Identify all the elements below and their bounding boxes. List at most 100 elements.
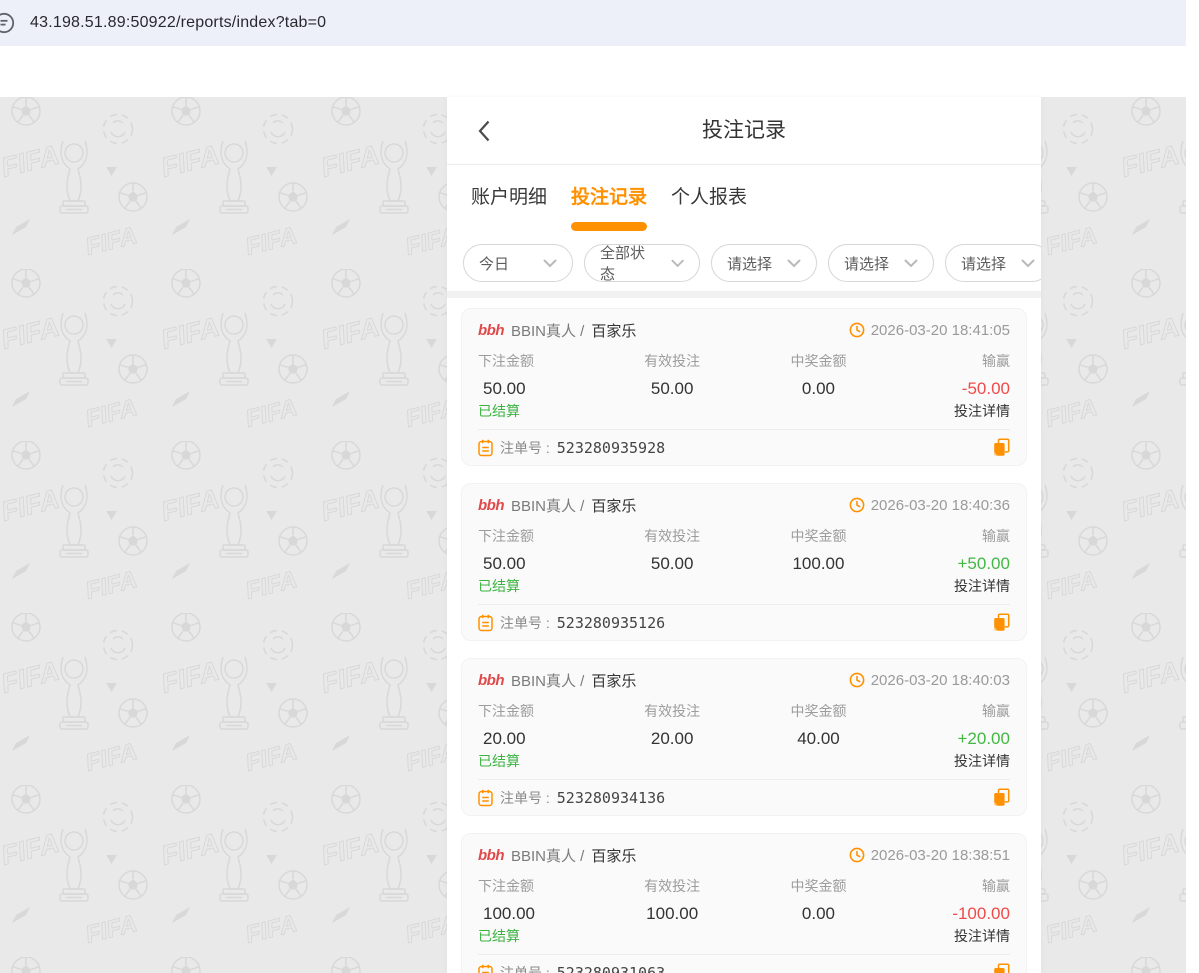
bet-detail-link[interactable]: 投注详情 <box>954 576 1010 596</box>
win-amount-label: 中奖金额 <box>739 703 899 720</box>
order-number-label: 注单号 : <box>500 613 550 633</box>
chevron-down-icon <box>1021 259 1035 268</box>
chevron-down-icon <box>787 259 801 268</box>
order-number-label: 注单号 : <box>500 438 550 458</box>
provider-logo: bbh <box>478 847 504 864</box>
bet-amount-value: 50.00 <box>478 553 606 574</box>
bet-record-card: bbh BBIN真人 / 百家乐 2026-03-20 18:41:05 下注金… <box>461 308 1027 466</box>
bet-amount-value: 20.00 <box>478 728 606 749</box>
chevron-down-icon <box>904 259 918 268</box>
valid-bet-label: 有效投注 <box>606 353 739 370</box>
filter-row: 今日 全部状态 请选择 请选择 请选择 <box>447 231 1041 282</box>
bet-time: 2026-03-20 18:38:51 <box>871 847 1010 864</box>
win-loss-label: 输赢 <box>898 353 1010 370</box>
app-panel: 投注记录 账户明细 投注记录 个人报表 今日 全部状态 <box>447 97 1041 973</box>
status-badge: 已结算 <box>478 576 520 596</box>
copy-button[interactable] <box>993 788 1010 807</box>
order-note-icon <box>478 439 493 457</box>
win-loss-label: 输赢 <box>898 878 1010 895</box>
win-amount-value: 40.00 <box>739 728 899 749</box>
win-loss-value: -50.00 <box>898 378 1010 399</box>
win-amount-value: 0.00 <box>739 903 899 924</box>
clock-icon <box>849 847 865 863</box>
valid-bet-label: 有效投注 <box>606 703 739 720</box>
bet-amount-label: 下注金额 <box>478 878 606 895</box>
order-number-label: 注单号 : <box>500 788 550 808</box>
section-divider <box>447 291 1041 298</box>
bet-record-card: bbh BBIN真人 / 百家乐 2026-03-20 18:40:36 下注金… <box>461 483 1027 641</box>
url-text[interactable]: 43.198.51.89:50922/reports/index?tab=0 <box>30 14 326 32</box>
filter-select-3[interactable]: 请选择 <box>945 244 1041 282</box>
win-amount-value: 100.00 <box>739 553 899 574</box>
bet-amount-label: 下注金额 <box>478 528 606 545</box>
order-number-value: 523280931063 <box>557 964 665 973</box>
clock-icon <box>849 322 865 338</box>
tab-personal-report[interactable]: 个人报表 <box>671 185 747 231</box>
valid-bet-label: 有效投注 <box>606 528 739 545</box>
tab-bet-records[interactable]: 投注记录 <box>571 185 647 231</box>
valid-bet-value: 100.00 <box>606 903 739 924</box>
filter-select-2[interactable]: 请选择 <box>828 244 934 282</box>
status-badge: 已结算 <box>478 751 520 771</box>
provider-logo: bbh <box>478 497 504 514</box>
filter-select-1[interactable]: 请选择 <box>711 244 817 282</box>
provider-logo: bbh <box>478 672 504 689</box>
bet-time: 2026-03-20 18:41:05 <box>871 322 1010 339</box>
bet-amount-label: 下注金额 <box>478 353 606 370</box>
copy-button[interactable] <box>993 963 1010 973</box>
status-badge: 已结算 <box>478 401 520 421</box>
chevron-left-icon <box>477 119 491 143</box>
bet-amount-value: 100.00 <box>478 903 606 924</box>
app-header: 投注记录 <box>447 97 1041 165</box>
browser-address-bar[interactable]: 43.198.51.89:50922/reports/index?tab=0 <box>0 0 1186 46</box>
chevron-down-icon <box>543 259 557 268</box>
copy-icon <box>993 438 1010 457</box>
copy-button[interactable] <box>993 613 1010 632</box>
filter-date-select[interactable]: 今日 <box>463 244 573 282</box>
chevron-down-icon <box>671 259 684 268</box>
status-badge: 已结算 <box>478 926 520 946</box>
copy-button[interactable] <box>993 438 1010 457</box>
bet-time: 2026-03-20 18:40:03 <box>871 672 1010 689</box>
provider-name: BBIN真人 / <box>511 845 584 866</box>
tab-bar: 账户明细 投注记录 个人报表 <box>447 165 1041 231</box>
bet-detail-link[interactable]: 投注详情 <box>954 926 1010 946</box>
game-name: 百家乐 <box>591 320 636 341</box>
game-name: 百家乐 <box>591 845 636 866</box>
win-amount-label: 中奖金额 <box>739 528 899 545</box>
copy-icon <box>993 963 1010 973</box>
bet-record-list: bbh BBIN真人 / 百家乐 2026-03-20 18:41:05 下注金… <box>447 298 1041 973</box>
clock-icon <box>849 497 865 513</box>
valid-bet-value: 50.00 <box>606 378 739 399</box>
win-amount-value: 0.00 <box>739 378 899 399</box>
page-title: 投注记录 <box>447 97 1041 165</box>
bet-amount-value: 50.00 <box>478 378 606 399</box>
provider-name: BBIN真人 / <box>511 495 584 516</box>
order-number-label: 注单号 : <box>500 963 550 973</box>
win-amount-label: 中奖金额 <box>739 878 899 895</box>
provider-name: BBIN真人 / <box>511 320 584 341</box>
game-name: 百家乐 <box>591 495 636 516</box>
provider-name: BBIN真人 / <box>511 670 584 691</box>
win-loss-label: 输赢 <box>898 528 1010 545</box>
game-name: 百家乐 <box>591 670 636 691</box>
page-top-strip <box>0 46 1186 97</box>
back-button[interactable] <box>477 97 491 165</box>
order-note-icon <box>478 789 493 807</box>
bet-record-card: bbh BBIN真人 / 百家乐 2026-03-20 18:38:51 下注金… <box>461 833 1027 973</box>
site-info-icon[interactable] <box>0 10 17 41</box>
win-amount-label: 中奖金额 <box>739 353 899 370</box>
provider-logo: bbh <box>478 322 504 339</box>
win-loss-label: 输赢 <box>898 703 1010 720</box>
bet-detail-link[interactable]: 投注详情 <box>954 751 1010 771</box>
order-number-value: 523280934136 <box>557 789 665 807</box>
order-note-icon <box>478 614 493 632</box>
bet-detail-link[interactable]: 投注详情 <box>954 401 1010 421</box>
clock-icon <box>849 672 865 688</box>
tab-account-detail[interactable]: 账户明细 <box>471 185 547 231</box>
win-loss-value: -100.00 <box>898 903 1010 924</box>
copy-icon <box>993 613 1010 632</box>
bet-record-card: bbh BBIN真人 / 百家乐 2026-03-20 18:40:03 下注金… <box>461 658 1027 816</box>
browser-scrollbar[interactable] <box>1186 0 1199 973</box>
filter-status-select[interactable]: 全部状态 <box>584 244 700 282</box>
